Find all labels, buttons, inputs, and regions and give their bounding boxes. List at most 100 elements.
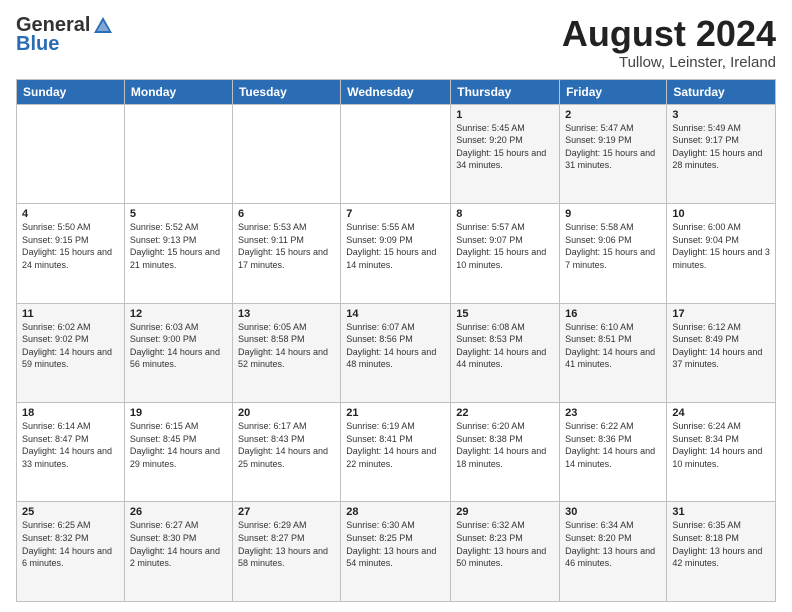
- day-number: 16: [565, 308, 661, 320]
- calendar-cell: [17, 104, 125, 203]
- day-number: 19: [130, 407, 227, 419]
- day-number: 17: [672, 308, 770, 320]
- day-detail: Sunrise: 6:08 AMSunset: 8:53 PMDaylight:…: [456, 321, 554, 371]
- calendar-week-4: 18Sunrise: 6:14 AMSunset: 8:47 PMDayligh…: [17, 403, 776, 502]
- calendar-cell: [124, 104, 232, 203]
- calendar-cell: 27Sunrise: 6:29 AMSunset: 8:27 PMDayligh…: [232, 502, 340, 602]
- day-number: 25: [22, 506, 119, 518]
- day-detail: Sunrise: 6:30 AMSunset: 8:25 PMDaylight:…: [346, 519, 445, 569]
- calendar-cell: 26Sunrise: 6:27 AMSunset: 8:30 PMDayligh…: [124, 502, 232, 602]
- day-number: 24: [672, 407, 770, 419]
- calendar-cell: 19Sunrise: 6:15 AMSunset: 8:45 PMDayligh…: [124, 403, 232, 502]
- col-monday: Monday: [124, 79, 232, 104]
- col-tuesday: Tuesday: [232, 79, 340, 104]
- calendar-cell: 5Sunrise: 5:52 AMSunset: 9:13 PMDaylight…: [124, 204, 232, 303]
- calendar-cell: 15Sunrise: 6:08 AMSunset: 8:53 PMDayligh…: [451, 303, 560, 402]
- calendar-week-2: 4Sunrise: 5:50 AMSunset: 9:15 PMDaylight…: [17, 204, 776, 303]
- day-detail: Sunrise: 5:58 AMSunset: 9:06 PMDaylight:…: [565, 221, 661, 271]
- logo-icon: [92, 15, 114, 37]
- day-number: 30: [565, 506, 661, 518]
- calendar-cell: 31Sunrise: 6:35 AMSunset: 8:18 PMDayligh…: [667, 502, 776, 602]
- calendar-cell: 4Sunrise: 5:50 AMSunset: 9:15 PMDaylight…: [17, 204, 125, 303]
- day-detail: Sunrise: 5:52 AMSunset: 9:13 PMDaylight:…: [130, 221, 227, 271]
- day-number: 13: [238, 308, 335, 320]
- calendar-week-1: 1Sunrise: 5:45 AMSunset: 9:20 PMDaylight…: [17, 104, 776, 203]
- day-detail: Sunrise: 6:12 AMSunset: 8:49 PMDaylight:…: [672, 321, 770, 371]
- calendar-cell: 21Sunrise: 6:19 AMSunset: 8:41 PMDayligh…: [341, 403, 451, 502]
- calendar-table: Sunday Monday Tuesday Wednesday Thursday…: [16, 79, 776, 602]
- col-sunday: Sunday: [17, 79, 125, 104]
- day-detail: Sunrise: 6:10 AMSunset: 8:51 PMDaylight:…: [565, 321, 661, 371]
- day-number: 28: [346, 506, 445, 518]
- calendar-cell: 12Sunrise: 6:03 AMSunset: 9:00 PMDayligh…: [124, 303, 232, 402]
- day-number: 7: [346, 208, 445, 220]
- calendar-cell: 28Sunrise: 6:30 AMSunset: 8:25 PMDayligh…: [341, 502, 451, 602]
- calendar-week-3: 11Sunrise: 6:02 AMSunset: 9:02 PMDayligh…: [17, 303, 776, 402]
- day-detail: Sunrise: 6:15 AMSunset: 8:45 PMDaylight:…: [130, 420, 227, 470]
- day-detail: Sunrise: 5:50 AMSunset: 9:15 PMDaylight:…: [22, 221, 119, 271]
- day-detail: Sunrise: 6:19 AMSunset: 8:41 PMDaylight:…: [346, 420, 445, 470]
- calendar-cell: 16Sunrise: 6:10 AMSunset: 8:51 PMDayligh…: [560, 303, 667, 402]
- day-detail: Sunrise: 6:02 AMSunset: 9:02 PMDaylight:…: [22, 321, 119, 371]
- calendar-cell: 14Sunrise: 6:07 AMSunset: 8:56 PMDayligh…: [341, 303, 451, 402]
- day-detail: Sunrise: 5:57 AMSunset: 9:07 PMDaylight:…: [456, 221, 554, 271]
- header: General Blue August 2024 Tullow, Leinste…: [16, 14, 776, 71]
- calendar-cell: 9Sunrise: 5:58 AMSunset: 9:06 PMDaylight…: [560, 204, 667, 303]
- day-number: 20: [238, 407, 335, 419]
- calendar-cell: 17Sunrise: 6:12 AMSunset: 8:49 PMDayligh…: [667, 303, 776, 402]
- day-number: 27: [238, 506, 335, 518]
- calendar-cell: 2Sunrise: 5:47 AMSunset: 9:19 PMDaylight…: [560, 104, 667, 203]
- calendar-cell: 23Sunrise: 6:22 AMSunset: 8:36 PMDayligh…: [560, 403, 667, 502]
- col-thursday: Thursday: [451, 79, 560, 104]
- day-detail: Sunrise: 6:03 AMSunset: 9:00 PMDaylight:…: [130, 321, 227, 371]
- day-detail: Sunrise: 6:00 AMSunset: 9:04 PMDaylight:…: [672, 221, 770, 271]
- day-detail: Sunrise: 6:35 AMSunset: 8:18 PMDaylight:…: [672, 519, 770, 569]
- day-number: 15: [456, 308, 554, 320]
- day-number: 9: [565, 208, 661, 220]
- day-detail: Sunrise: 6:07 AMSunset: 8:56 PMDaylight:…: [346, 321, 445, 371]
- day-detail: Sunrise: 5:53 AMSunset: 9:11 PMDaylight:…: [238, 221, 335, 271]
- day-number: 4: [22, 208, 119, 220]
- calendar-cell: 22Sunrise: 6:20 AMSunset: 8:38 PMDayligh…: [451, 403, 560, 502]
- day-number: 26: [130, 506, 227, 518]
- col-saturday: Saturday: [667, 79, 776, 104]
- location: Tullow, Leinster, Ireland: [562, 54, 776, 71]
- calendar-cell: 8Sunrise: 5:57 AMSunset: 9:07 PMDaylight…: [451, 204, 560, 303]
- calendar-cell: 3Sunrise: 5:49 AMSunset: 9:17 PMDaylight…: [667, 104, 776, 203]
- day-number: 12: [130, 308, 227, 320]
- calendar-cell: 7Sunrise: 5:55 AMSunset: 9:09 PMDaylight…: [341, 204, 451, 303]
- day-number: 1: [456, 109, 554, 121]
- page: General Blue August 2024 Tullow, Leinste…: [0, 0, 792, 612]
- day-number: 6: [238, 208, 335, 220]
- calendar-cell: [232, 104, 340, 203]
- day-detail: Sunrise: 6:29 AMSunset: 8:27 PMDaylight:…: [238, 519, 335, 569]
- calendar-cell: 30Sunrise: 6:34 AMSunset: 8:20 PMDayligh…: [560, 502, 667, 602]
- day-detail: Sunrise: 6:05 AMSunset: 8:58 PMDaylight:…: [238, 321, 335, 371]
- day-detail: Sunrise: 6:32 AMSunset: 8:23 PMDaylight:…: [456, 519, 554, 569]
- calendar-cell: 25Sunrise: 6:25 AMSunset: 8:32 PMDayligh…: [17, 502, 125, 602]
- calendar-week-5: 25Sunrise: 6:25 AMSunset: 8:32 PMDayligh…: [17, 502, 776, 602]
- day-detail: Sunrise: 5:55 AMSunset: 9:09 PMDaylight:…: [346, 221, 445, 271]
- day-detail: Sunrise: 6:14 AMSunset: 8:47 PMDaylight:…: [22, 420, 119, 470]
- day-detail: Sunrise: 5:45 AMSunset: 9:20 PMDaylight:…: [456, 122, 554, 172]
- day-detail: Sunrise: 6:34 AMSunset: 8:20 PMDaylight:…: [565, 519, 661, 569]
- day-number: 2: [565, 109, 661, 121]
- calendar-cell: 10Sunrise: 6:00 AMSunset: 9:04 PMDayligh…: [667, 204, 776, 303]
- day-detail: Sunrise: 5:47 AMSunset: 9:19 PMDaylight:…: [565, 122, 661, 172]
- logo: General Blue: [16, 14, 114, 56]
- calendar-cell: 20Sunrise: 6:17 AMSunset: 8:43 PMDayligh…: [232, 403, 340, 502]
- col-wednesday: Wednesday: [341, 79, 451, 104]
- day-detail: Sunrise: 6:25 AMSunset: 8:32 PMDaylight:…: [22, 519, 119, 569]
- day-number: 31: [672, 506, 770, 518]
- header-row: Sunday Monday Tuesday Wednesday Thursday…: [17, 79, 776, 104]
- col-friday: Friday: [560, 79, 667, 104]
- calendar-cell: [341, 104, 451, 203]
- calendar-cell: 29Sunrise: 6:32 AMSunset: 8:23 PMDayligh…: [451, 502, 560, 602]
- day-detail: Sunrise: 6:27 AMSunset: 8:30 PMDaylight:…: [130, 519, 227, 569]
- day-number: 18: [22, 407, 119, 419]
- day-number: 3: [672, 109, 770, 121]
- calendar-cell: 24Sunrise: 6:24 AMSunset: 8:34 PMDayligh…: [667, 403, 776, 502]
- calendar-cell: 6Sunrise: 5:53 AMSunset: 9:11 PMDaylight…: [232, 204, 340, 303]
- day-number: 8: [456, 208, 554, 220]
- calendar-cell: 11Sunrise: 6:02 AMSunset: 9:02 PMDayligh…: [17, 303, 125, 402]
